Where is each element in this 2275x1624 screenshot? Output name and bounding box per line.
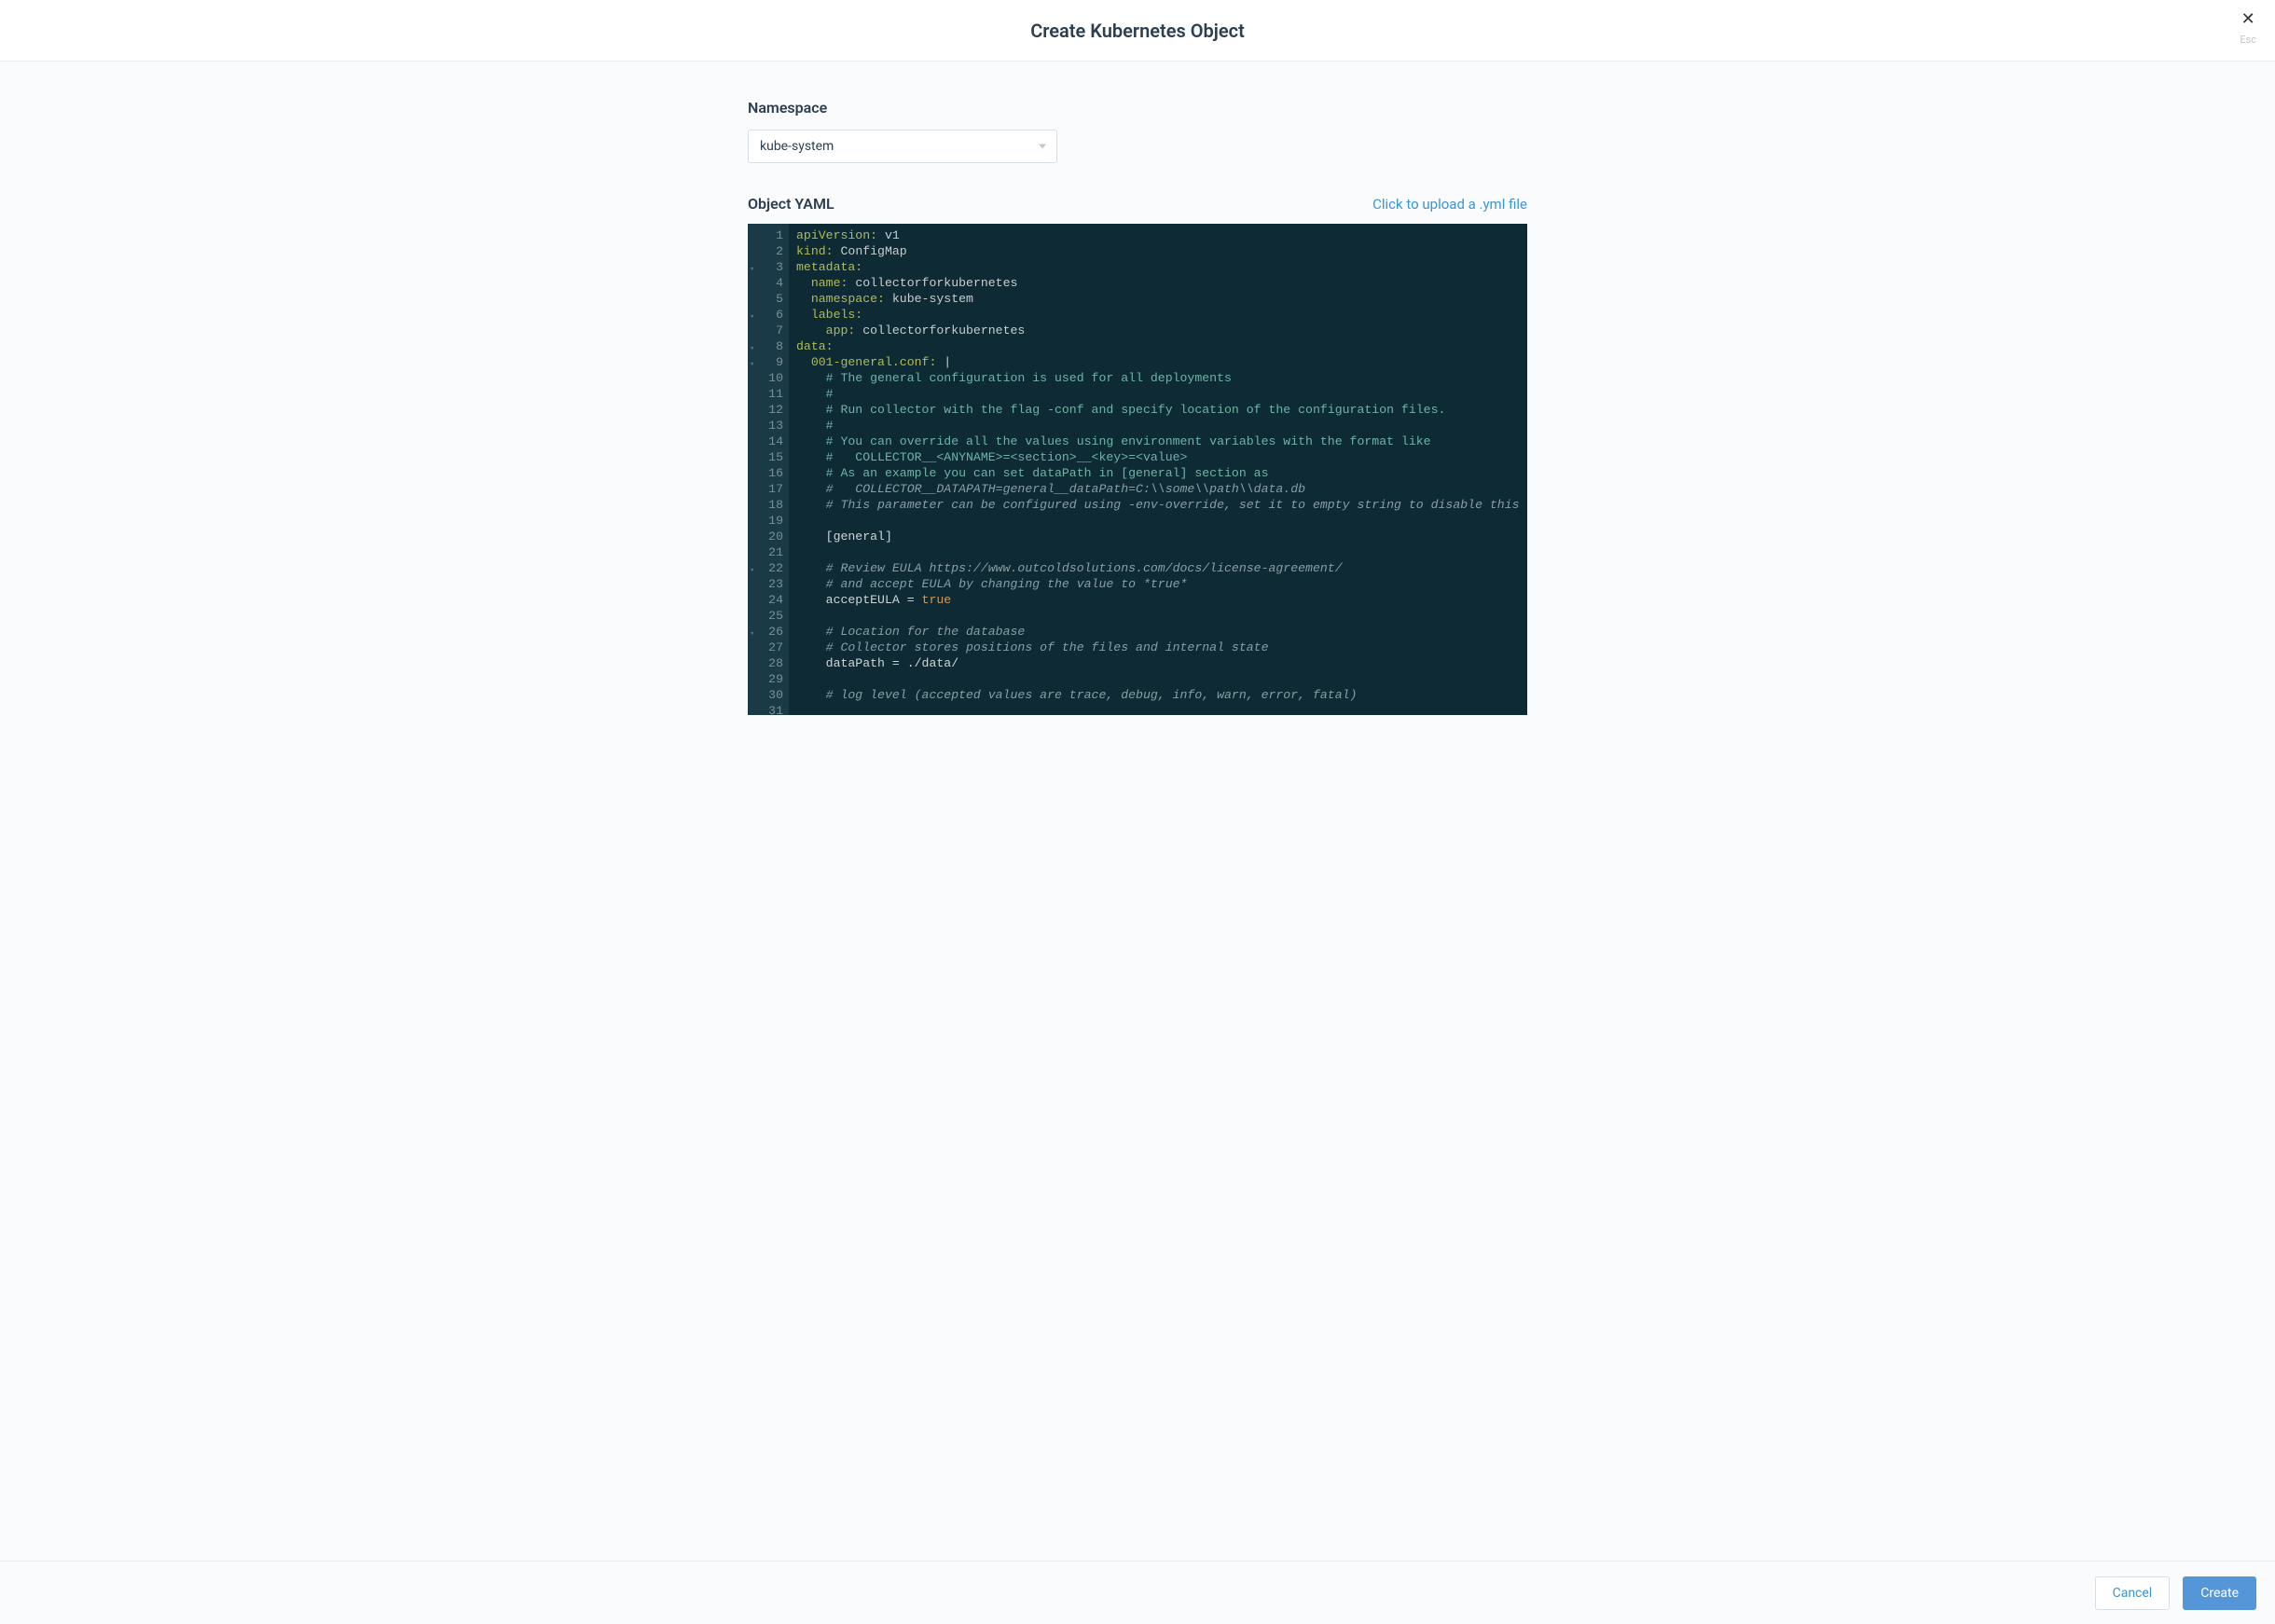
code-line[interactable]: acceptEULA = true <box>796 592 1527 608</box>
code-line[interactable]: # Collector stores positions of the file… <box>796 640 1527 655</box>
code-line[interactable]: [general] <box>796 529 1527 544</box>
modal-body: Namespace kube-system Object YAML Click … <box>0 62 2275 1561</box>
code-line[interactable] <box>796 671 1527 687</box>
close-icon: ✕ <box>2240 11 2256 28</box>
code-line[interactable]: # COLLECTOR__<ANYNAME>=<section>__<key>=… <box>796 449 1527 465</box>
gutter-line: ▾22 <box>748 560 785 576</box>
code-line[interactable] <box>796 513 1527 529</box>
code-line[interactable]: # As an example you can set dataPath in … <box>796 465 1527 481</box>
code-line[interactable]: # Run collector with the flag -conf and … <box>796 402 1527 418</box>
gutter-line: 4 <box>748 275 785 291</box>
chevron-down-icon <box>1039 145 1046 149</box>
modal-header: Create Kubernetes Object ✕ Esc <box>0 0 2275 62</box>
gutter-line: 13 <box>748 418 785 434</box>
gutter-line: 27 <box>748 640 785 655</box>
code-line[interactable]: # COLLECTOR__DATAPATH=general__dataPath=… <box>796 481 1527 497</box>
code-line[interactable]: data: <box>796 338 1527 354</box>
modal-footer: Cancel Create <box>0 1561 2275 1624</box>
close-hint: Esc <box>2240 34 2256 46</box>
code-line[interactable]: namespace: kube-system <box>796 291 1527 307</box>
code-line[interactable]: # <box>796 418 1527 434</box>
namespace-label: Namespace <box>748 99 1527 117</box>
editor-code[interactable]: apiVersion: v1kind: ConfigMapmetadata: n… <box>789 224 1527 715</box>
gutter-line: 28 <box>748 655 785 671</box>
gutter-line: 31 <box>748 703 785 715</box>
code-line[interactable]: # Review EULA https://www.outcoldsolutio… <box>796 560 1527 576</box>
gutter-line: 2 <box>748 243 785 259</box>
gutter-line: 10 <box>748 370 785 386</box>
code-line[interactable]: # log level (accepted values are trace, … <box>796 687 1527 703</box>
namespace-select[interactable]: kube-system <box>748 130 1057 163</box>
code-line[interactable] <box>796 608 1527 624</box>
gutter-line: 30 <box>748 687 785 703</box>
code-line[interactable]: apiVersion: v1 <box>796 227 1527 243</box>
gutter-line: 16 <box>748 465 785 481</box>
code-line[interactable]: # <box>796 386 1527 402</box>
gutter-line: 14 <box>748 434 785 449</box>
code-line[interactable]: # and accept EULA by changing the value … <box>796 576 1527 592</box>
gutter-line: 12 <box>748 402 785 418</box>
gutter-line: 21 <box>748 544 785 560</box>
close-button[interactable]: ✕ Esc <box>2240 11 2256 46</box>
gutter-line: ▾9 <box>748 354 785 370</box>
code-line[interactable]: name: collectorforkubernetes <box>796 275 1527 291</box>
code-line[interactable] <box>796 544 1527 560</box>
gutter-line: ▾8 <box>748 338 785 354</box>
cancel-button[interactable]: Cancel <box>2095 1576 2171 1610</box>
code-line[interactable]: # The general configuration is used for … <box>796 370 1527 386</box>
gutter-line: 20 <box>748 529 785 544</box>
namespace-select-value: kube-system <box>760 139 834 154</box>
upload-yml-link[interactable]: Click to upload a .yml file <box>1372 196 1527 213</box>
code-line[interactable]: labels: <box>796 307 1527 323</box>
code-line[interactable]: metadata: <box>796 259 1527 275</box>
object-yaml-label: Object YAML <box>748 195 834 213</box>
gutter-line: 1 <box>748 227 785 243</box>
gutter-line: 25 <box>748 608 785 624</box>
gutter-line: ▾26 <box>748 624 785 640</box>
code-line[interactable]: kind: ConfigMap <box>796 243 1527 259</box>
code-line[interactable]: dataPath = ./data/ <box>796 655 1527 671</box>
gutter-line: 23 <box>748 576 785 592</box>
code-line[interactable]: # Location for the database <box>796 624 1527 640</box>
gutter-line: 15 <box>748 449 785 465</box>
gutter-line: ▾3 <box>748 259 785 275</box>
code-line[interactable]: app: collectorforkubernetes <box>796 323 1527 338</box>
code-line[interactable]: # You can override all the values using … <box>796 434 1527 449</box>
code-line[interactable]: # This parameter can be configured using… <box>796 497 1527 513</box>
gutter-line: 24 <box>748 592 785 608</box>
gutter-line: 17 <box>748 481 785 497</box>
code-line[interactable] <box>796 703 1527 715</box>
gutter-line: 29 <box>748 671 785 687</box>
gutter-line: 18 <box>748 497 785 513</box>
editor-gutter: 12▾345▾67▾8▾9101112131415161718192021▾22… <box>748 224 789 715</box>
yaml-editor[interactable]: 12▾345▾67▾8▾9101112131415161718192021▾22… <box>748 224 1527 715</box>
gutter-line: 11 <box>748 386 785 402</box>
gutter-line: ▾6 <box>748 307 785 323</box>
code-line[interactable]: 001-general.conf: | <box>796 354 1527 370</box>
gutter-line: 19 <box>748 513 785 529</box>
modal-title: Create Kubernetes Object <box>1030 20 1245 42</box>
create-button[interactable]: Create <box>2183 1576 2256 1610</box>
gutter-line: 5 <box>748 291 785 307</box>
gutter-line: 7 <box>748 323 785 338</box>
